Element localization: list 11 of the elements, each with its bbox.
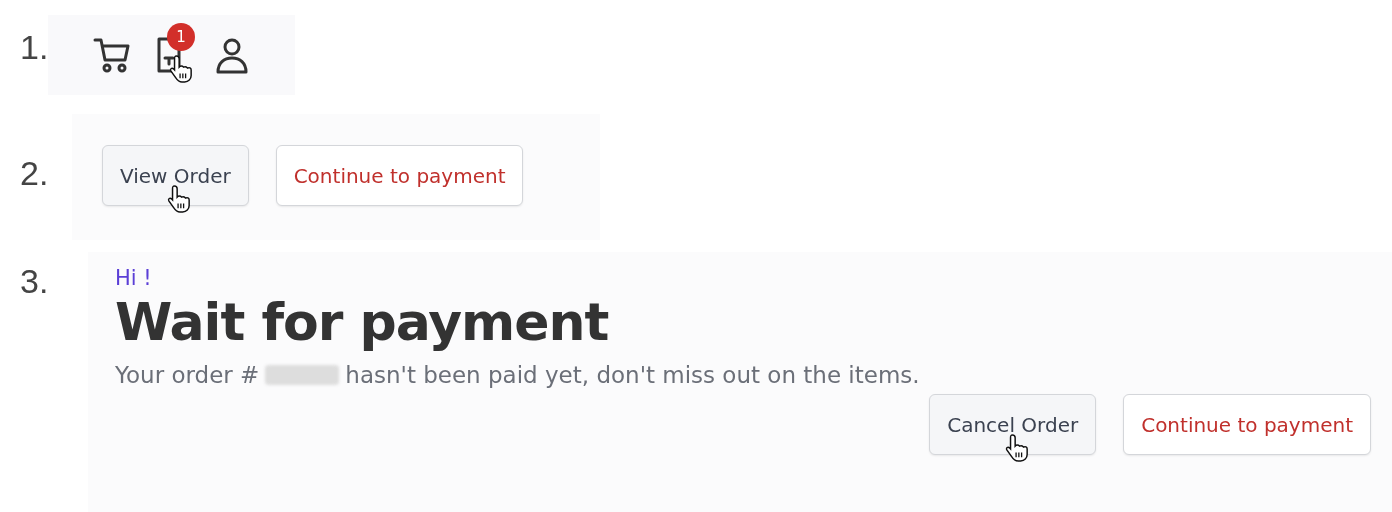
continue-payment-button[interactable]: Continue to payment	[275, 145, 524, 206]
cart-icon[interactable]	[93, 36, 131, 74]
message-text: Your order #	[115, 362, 260, 388]
step-number: 1.	[19, 27, 48, 67]
page-title: Wait for payment	[115, 292, 609, 352]
step-number: 2.	[19, 153, 50, 193]
message-text: hasn't been paid yet, don't miss out on the items.	[345, 362, 920, 388]
notification-badge: 1	[167, 23, 195, 51]
step-number: 3.	[19, 261, 50, 301]
continue-payment-button[interactable]: Continue to payment	[1123, 394, 1371, 455]
greeting-text: Hi !	[115, 266, 152, 290]
